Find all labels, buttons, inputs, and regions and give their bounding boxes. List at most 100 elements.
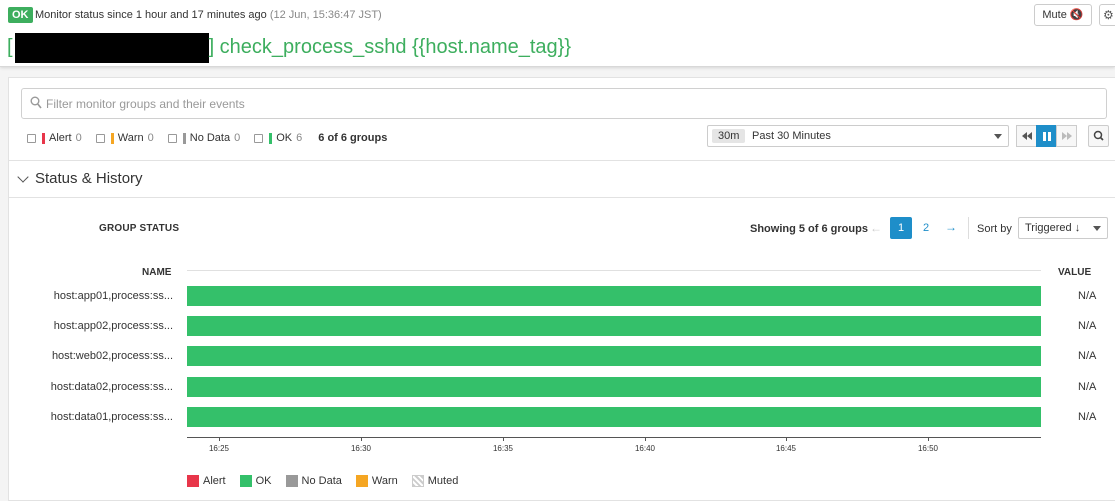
legend-swatch (411, 475, 424, 487)
showing-count: Showing 5 of 6 groups (750, 223, 868, 235)
table-row[interactable]: host:app02,process:ss... N/A (9, 316, 1115, 338)
table-row[interactable]: host:app01,process:ss... N/A (9, 286, 1115, 308)
axis-tick-label: 16:45 (775, 444, 797, 453)
monitor-panel: Alert 0 Warn 0 No Data 0 OK 6 6 of 6 gro… (8, 77, 1115, 501)
filter-warn-checkbox[interactable] (95, 133, 105, 143)
axis-tick-label: 16:50 (917, 444, 939, 453)
status-bar-ok (187, 407, 1041, 427)
status-history-header[interactable]: Status & History (9, 161, 1115, 198)
filter-warn-count: 0 (147, 132, 154, 144)
warn-color-marker (110, 132, 114, 144)
no-data-color-marker (182, 132, 186, 144)
time-range-chip: 30m (712, 129, 746, 143)
group-name: host:data02,process:ss... (50, 381, 173, 393)
table-row[interactable]: host:data01,process:ss... N/A (9, 407, 1115, 429)
rewind-button[interactable] (1016, 125, 1037, 147)
group-value: N/A (1078, 350, 1097, 362)
prev-page-icon[interactable]: ← (870, 221, 882, 235)
fast-forward-icon (1061, 132, 1072, 140)
legend-label: Alert (203, 475, 226, 487)
axis-tick (928, 437, 929, 441)
filter-no-data-count: 0 (234, 132, 241, 144)
filter-alert[interactable]: Alert 0 (27, 132, 82, 144)
axis-line (187, 437, 1041, 438)
legend-label: No Data (301, 475, 342, 487)
legend-swatch (355, 475, 368, 487)
alert-color-marker (42, 132, 45, 144)
mute-button[interactable]: Mute 🔇 (1034, 4, 1092, 26)
filter-ok-label: OK (276, 132, 293, 144)
page-1-button[interactable]: 1 (890, 217, 912, 239)
sort-by-label: Sort by (977, 223, 1012, 235)
group-value: N/A (1078, 320, 1097, 332)
axis-tick (645, 437, 646, 441)
next-page-icon[interactable]: → (945, 220, 957, 234)
status-bar-ok (187, 286, 1041, 306)
group-value: N/A (1078, 290, 1097, 302)
legend-item-ok: OK (239, 475, 272, 487)
filter-alert-checkbox[interactable] (27, 133, 36, 143)
legend-label: OK (255, 475, 272, 487)
title-text: ] check_process_sshd {{host.name_tag}} (208, 36, 572, 58)
filter-no-data[interactable]: No Data 0 (167, 132, 241, 144)
filter-no-data-label: No Data (189, 132, 231, 144)
chevron-down-icon (1093, 226, 1101, 231)
legend-item-warn: Warn (355, 475, 398, 487)
filter-ok[interactable]: OK 6 (254, 132, 302, 144)
group-value: N/A (1078, 411, 1097, 423)
time-range-label: Past 30 Minutes (752, 130, 831, 142)
filter-ok-count: 6 (296, 132, 303, 144)
legend-label: Warn (371, 475, 398, 487)
legend-item-muted: Muted (411, 475, 459, 487)
page-2-button[interactable]: 2 (923, 222, 929, 234)
sort-select[interactable]: Triggered ↓ (1018, 217, 1108, 239)
filter-no-data-checkbox[interactable] (167, 133, 177, 143)
filter-warn[interactable]: Warn 0 (95, 132, 154, 144)
filter-alert-label: Alert (49, 132, 72, 144)
search-icon (30, 96, 42, 109)
search-box[interactable] (21, 88, 1107, 119)
legend-item-alert: Alert (187, 475, 226, 487)
axis-tick (219, 437, 220, 441)
filter-ok-checkbox[interactable] (254, 133, 264, 143)
filter-warn-label: Warn (117, 132, 144, 144)
table-row[interactable]: host:data02,process:ss... N/A (9, 377, 1115, 399)
legend-label: Muted (427, 475, 459, 487)
divider (9, 197, 1115, 198)
time-range-select[interactable]: 30m Past 30 Minutes (707, 125, 1009, 147)
ok-color-marker (269, 132, 273, 144)
status-filters: Alert 0 Warn 0 No Data 0 OK 6 6 of 6 gro… (27, 130, 387, 146)
table-row[interactable]: host:web02,process:ss... N/A (9, 346, 1115, 368)
legend-item-no-data: No Data (285, 475, 342, 487)
fast-forward-button[interactable] (1056, 125, 1077, 147)
sort-value: Triggered ↓ (1025, 222, 1081, 234)
pause-icon (1042, 131, 1051, 141)
group-name: host:app01,process:ss... (53, 290, 173, 302)
column-header-value: VALUE (1058, 267, 1092, 278)
group-name: host:app02,process:ss... (53, 320, 173, 332)
playback-controls (1016, 125, 1077, 147)
chevron-down-icon (994, 134, 1002, 139)
zoom-icon (1093, 130, 1104, 141)
pause-button[interactable] (1036, 125, 1057, 147)
legend-swatch (187, 475, 199, 487)
axis-tick-label: 16:40 (634, 444, 656, 453)
section-title: Status & History (35, 170, 143, 187)
axis-tick (786, 437, 787, 441)
status-legend: Alert OK No Data Warn Muted (187, 475, 472, 487)
status-text: Monitor status since 1 hour and 17 minut… (35, 9, 267, 21)
group-status-title: GROUP STATUS (99, 223, 180, 234)
search-input[interactable] (46, 93, 1096, 115)
axis-tick-label: 16:25 (208, 444, 230, 453)
chevron-down-icon (17, 171, 29, 183)
group-value: N/A (1078, 381, 1097, 393)
groups-count: 6 of 6 groups (318, 132, 388, 144)
gear-icon[interactable]: ⚙ (1099, 4, 1115, 26)
filter-alert-count: 0 (75, 132, 82, 144)
zoom-button[interactable] (1088, 125, 1109, 147)
status-line: Monitor status since 1 hour and 17 minut… (35, 9, 382, 21)
divider (187, 270, 1041, 271)
group-name: host:data01,process:ss... (50, 411, 173, 423)
status-bar-ok (187, 377, 1041, 397)
axis-tick-label: 16:30 (350, 444, 372, 453)
